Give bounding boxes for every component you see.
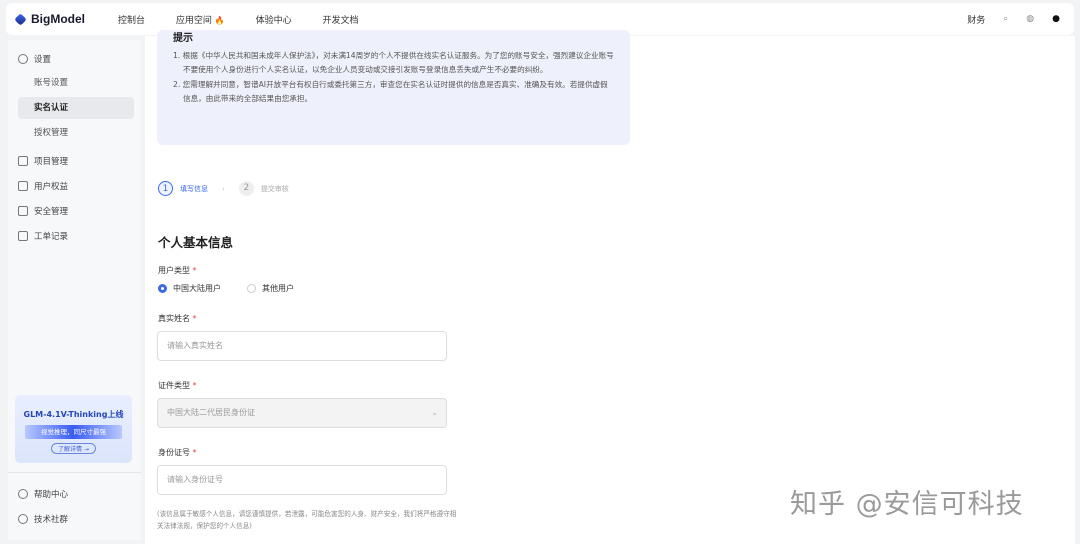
name-input[interactable]: 请输入真实姓名 (157, 331, 447, 361)
lock-icon (18, 206, 28, 216)
folder-icon (18, 156, 28, 166)
id-number-input[interactable]: 请输入身份证号 (157, 465, 447, 495)
logo[interactable]: BigModel (14, 12, 118, 26)
search-icon[interactable]: ⌕ (1003, 14, 1008, 24)
chat-icon (18, 514, 28, 524)
radio-other[interactable]: 其他用户 (247, 283, 294, 294)
step-2-label: 提交审核 (260, 184, 289, 193)
settings-icon (18, 54, 28, 64)
chevron-right-icon: › (222, 184, 225, 193)
stepper: 1 填写信息 › 2 提交审核 (158, 181, 289, 196)
privacy-hint: (该信息属于敏感个人信息，请您谨慎提供，若泄露，可能危害您的人身、财产安全，我们… (157, 510, 457, 530)
radio-mainland[interactable]: 中国大陆用户 (158, 283, 221, 294)
step-1-label: 填写信息 (180, 184, 208, 193)
watermark: 知乎 @安信可科技 (790, 489, 1024, 520)
help-icon (18, 489, 28, 499)
sidebar-item-tickets[interactable]: 工单记录 (18, 230, 68, 242)
id-number-label: 身份证号 * (158, 448, 197, 457)
fire-icon: 🔥 (214, 15, 225, 25)
sidebar: 设置 账号设置 实名认证 授权管理 项目管理 用户权益 安全管理 工单记录 GL… (8, 40, 141, 540)
promo-card[interactable]: GLM-4.1V-Thinking上线 视觉推理，同尺寸最强 了解详情 → (15, 395, 132, 463)
logo-icon (14, 12, 27, 26)
sidebar-item-projects[interactable]: 项目管理 (18, 155, 68, 167)
sidebar-item-settings[interactable]: 设置 (18, 53, 51, 65)
sidebar-item-verification[interactable]: 实名认证 (18, 97, 134, 119)
chevron-down-icon: ⌄ (431, 408, 438, 417)
sidebar-item-authorization[interactable]: 授权管理 (18, 122, 134, 144)
ticket-icon (18, 231, 28, 241)
step-1-number: 1 (158, 181, 173, 196)
notice-box: 提示 1. 根据《中华人民共和国未成年人保护法》，对未满14周岁的个人不提供在线… (157, 30, 630, 145)
user-icon[interactable]: ● (1052, 14, 1060, 24)
nav-experience[interactable]: 体验中心 (256, 16, 292, 26)
divider (8, 472, 141, 473)
user-type-label: 用户类型 * (158, 266, 197, 275)
sidebar-item-account[interactable]: 账号设置 (18, 72, 134, 94)
section-title: 个人基本信息 (158, 235, 234, 250)
sidebar-item-community[interactable]: 技术社群 (18, 513, 68, 525)
sidebar-item-help[interactable]: 帮助中心 (18, 488, 68, 500)
nav-app-space[interactable]: 应用空间 🔥 (176, 16, 225, 26)
sidebar-item-security[interactable]: 安全管理 (18, 205, 68, 217)
promo-link[interactable]: 了解详情 → (51, 443, 96, 454)
main-content: 提示 1. 根据《中华人民共和国未成年人保护法》，对未满14周岁的个人不提供在线… (145, 30, 1075, 544)
finance-link[interactable]: 财务 (967, 13, 985, 26)
id-type-label: 证件类型 * (158, 381, 197, 390)
nav-docs[interactable]: 开发文档 (323, 16, 359, 26)
sidebar-item-benefits[interactable]: 用户权益 (18, 180, 68, 192)
main-nav: 控制台 应用空间 🔥 体验中心 开发文档 (118, 13, 387, 26)
building-icon (18, 181, 28, 191)
step-2-number: 2 (238, 181, 254, 196)
id-type-select[interactable]: 中国大陆二代居民身份证 ⌄ (157, 398, 447, 428)
globe-icon[interactable]: ◍ (1026, 14, 1034, 24)
name-label: 真实姓名 * (158, 314, 197, 323)
nav-console[interactable]: 控制台 (118, 16, 145, 26)
